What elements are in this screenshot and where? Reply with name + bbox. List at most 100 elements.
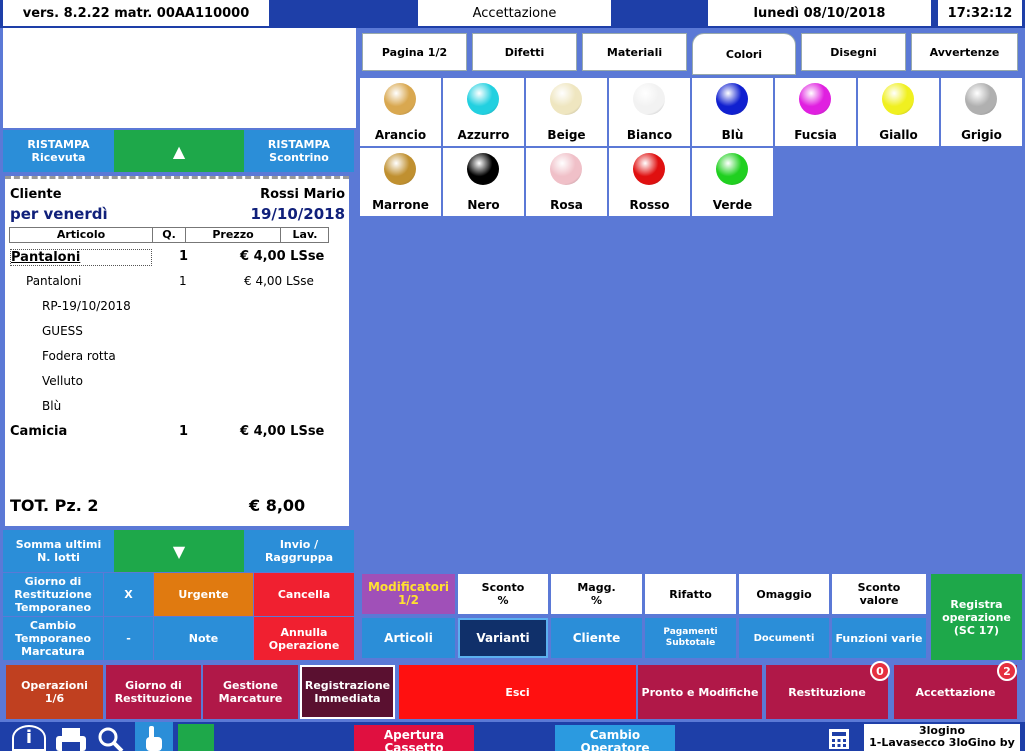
change-operator-button[interactable]: Cambio Operatore xyxy=(555,725,675,751)
reprint-ticket-button[interactable]: RISTAMPA Scontrino xyxy=(244,130,354,172)
color-swatch-verde[interactable]: Verde xyxy=(692,148,773,216)
col-qty: Q. xyxy=(153,228,186,242)
x-button[interactable]: X xyxy=(104,573,153,616)
discount-percent-button[interactable]: Sconto % xyxy=(458,574,548,614)
acceptance-count-badge: 2 xyxy=(997,661,1017,681)
open-drawer-button[interactable]: Apertura Cassetto xyxy=(354,725,474,751)
temp-marking-change-button[interactable]: Cambio Temporaneo Marcatura xyxy=(3,617,103,660)
color-ball-icon xyxy=(882,83,914,115)
color-ball-icon xyxy=(550,153,582,185)
col-price: Prezzo xyxy=(186,228,281,242)
color-swatch-grigio[interactable]: Grigio xyxy=(941,78,1022,146)
temp-return-day-button[interactable]: Giorno di Restituzione Temporaneo xyxy=(3,573,103,616)
color-label: Beige xyxy=(547,128,586,142)
color-swatch-arancio[interactable]: Arancio xyxy=(360,78,441,146)
customer-button[interactable]: Cliente xyxy=(551,618,642,658)
color-swatch-rosa[interactable]: Rosa xyxy=(526,148,607,216)
color-ball-icon xyxy=(467,153,499,185)
color-label: Verde xyxy=(712,198,753,212)
tab-defects[interactable]: Difetti xyxy=(472,33,577,71)
manage-markings-button[interactable]: Gestione Marcature xyxy=(203,665,298,719)
receipt-item-name[interactable]: Pantaloni xyxy=(10,249,152,266)
color-ball-icon xyxy=(467,83,499,115)
company-info: 3logino 1-Lavasecco 3loGino by xyxy=(864,724,1020,751)
receipt-item-price: € 4,00 LSse xyxy=(240,249,325,264)
ready-modify-button[interactable]: Pronto e Modifiche xyxy=(638,665,762,719)
color-swatch-fucsia[interactable]: Fucsia xyxy=(775,78,856,146)
total-value: € 8,00 xyxy=(249,496,306,515)
variants-button[interactable]: Varianti xyxy=(458,618,548,658)
receipt-subitem-price: € 4,00 LSse xyxy=(244,274,314,288)
color-swatch-blù[interactable]: Blù xyxy=(692,78,773,146)
cancel-operation-button[interactable]: Annulla Operazione xyxy=(254,617,354,660)
discount-value-button[interactable]: Sconto valore xyxy=(832,574,926,614)
reprint-receipt-button[interactable]: RISTAMPA Ricevuta xyxy=(3,130,114,172)
payments-button[interactable]: Pagamenti Subtotale xyxy=(645,618,736,658)
total-label: TOT. Pz. 2 xyxy=(10,496,99,515)
receipt-item-price: € 4,00 LSse xyxy=(240,424,325,439)
color-swatch-bianco[interactable]: Bianco xyxy=(609,78,690,146)
misc-functions-button[interactable]: Funzioni varie xyxy=(832,618,926,658)
logo-area xyxy=(3,28,356,128)
return-day-button[interactable]: Giorno di Restituzione xyxy=(106,665,201,719)
receipt-subitem-qty: 1 xyxy=(179,274,187,288)
modifiers-button[interactable]: Modificatori 1/2 xyxy=(362,574,455,614)
documents-button[interactable]: Documenti xyxy=(739,618,829,658)
date-label: lunedì 08/10/2018 xyxy=(708,0,931,26)
info-icon[interactable]: i xyxy=(12,725,46,751)
receipt-panel: Cliente Rossi Mario per venerdì 19/10/20… xyxy=(5,176,349,526)
tab-page[interactable]: Pagina 1/2 xyxy=(362,33,467,71)
receipt-item-qty: 1 xyxy=(179,424,189,439)
urgent-button[interactable]: Urgente xyxy=(154,573,253,616)
tab-materials[interactable]: Materiali xyxy=(582,33,687,71)
receipt-item-name[interactable]: Camicia xyxy=(10,424,67,439)
gift-button[interactable]: Omaggio xyxy=(739,574,829,614)
color-swatch-giallo[interactable]: Giallo xyxy=(858,78,939,146)
search-icon[interactable] xyxy=(96,726,126,751)
color-label: Azzurro xyxy=(457,128,510,142)
color-label: Rosa xyxy=(550,198,583,212)
receipt-subitem-name: Pantaloni xyxy=(26,274,82,288)
surcharge-percent-button[interactable]: Magg. % xyxy=(551,574,642,614)
customer-name: Rossi Mario xyxy=(260,187,345,202)
color-swatch-beige[interactable]: Beige xyxy=(526,78,607,146)
immediate-registration-button[interactable]: Registrazione Immediata xyxy=(300,665,395,719)
receipt-item-qty: 1 xyxy=(179,249,189,264)
calculator-icon[interactable] xyxy=(828,728,850,750)
note-button[interactable]: Note xyxy=(154,617,253,660)
col-lav: Lav. xyxy=(292,228,318,241)
dash-button[interactable]: - xyxy=(104,617,153,660)
touch-icon[interactable] xyxy=(135,722,173,751)
color-label: Bianco xyxy=(626,128,673,142)
receipt-detail: GUESS xyxy=(42,324,83,338)
register-operation-button[interactable]: Registra operazione (SC 17) xyxy=(931,574,1022,660)
color-label: Blù xyxy=(721,128,744,142)
color-label: Nero xyxy=(467,198,500,212)
color-label: Marrone xyxy=(372,198,429,212)
tab-warnings[interactable]: Avvertenze xyxy=(911,33,1018,71)
color-ball-icon xyxy=(716,153,748,185)
tab-drawings[interactable]: Disegni xyxy=(801,33,906,71)
color-swatch-nero[interactable]: Nero xyxy=(443,148,524,216)
send-group-button[interactable]: Invio / Raggruppa xyxy=(244,530,354,572)
printer-icon[interactable] xyxy=(54,728,88,751)
color-ball-icon xyxy=(799,83,831,115)
redo-button[interactable]: Rifatto xyxy=(645,574,736,614)
sum-last-lots-button[interactable]: Somma ultimi N. lotti xyxy=(3,530,114,572)
delete-button[interactable]: Cancella xyxy=(254,573,354,616)
receipt-header: Articolo Q. Prezzo Lav. xyxy=(9,227,329,243)
color-swatch-marrone[interactable]: Marrone xyxy=(360,148,441,216)
scroll-up-button[interactable]: ▲ xyxy=(114,130,244,172)
articles-button[interactable]: Articoli xyxy=(362,618,455,658)
clock-label: 17:32:12 xyxy=(938,0,1022,26)
color-label: Giallo xyxy=(879,128,918,142)
customer-label: Cliente xyxy=(10,187,62,202)
color-swatch-rosso[interactable]: Rosso xyxy=(609,148,690,216)
tab-colors[interactable]: Colori xyxy=(692,33,796,75)
scroll-down-button[interactable]: ▼ xyxy=(114,530,244,572)
color-swatch-azzurro[interactable]: Azzurro xyxy=(443,78,524,146)
operations-button[interactable]: Operazioni 1/6 xyxy=(6,665,103,719)
color-ball-icon xyxy=(716,83,748,115)
company-line2: 1-Lavasecco 3loGino by xyxy=(869,736,1015,749)
exit-button[interactable]: Esci xyxy=(399,665,636,719)
